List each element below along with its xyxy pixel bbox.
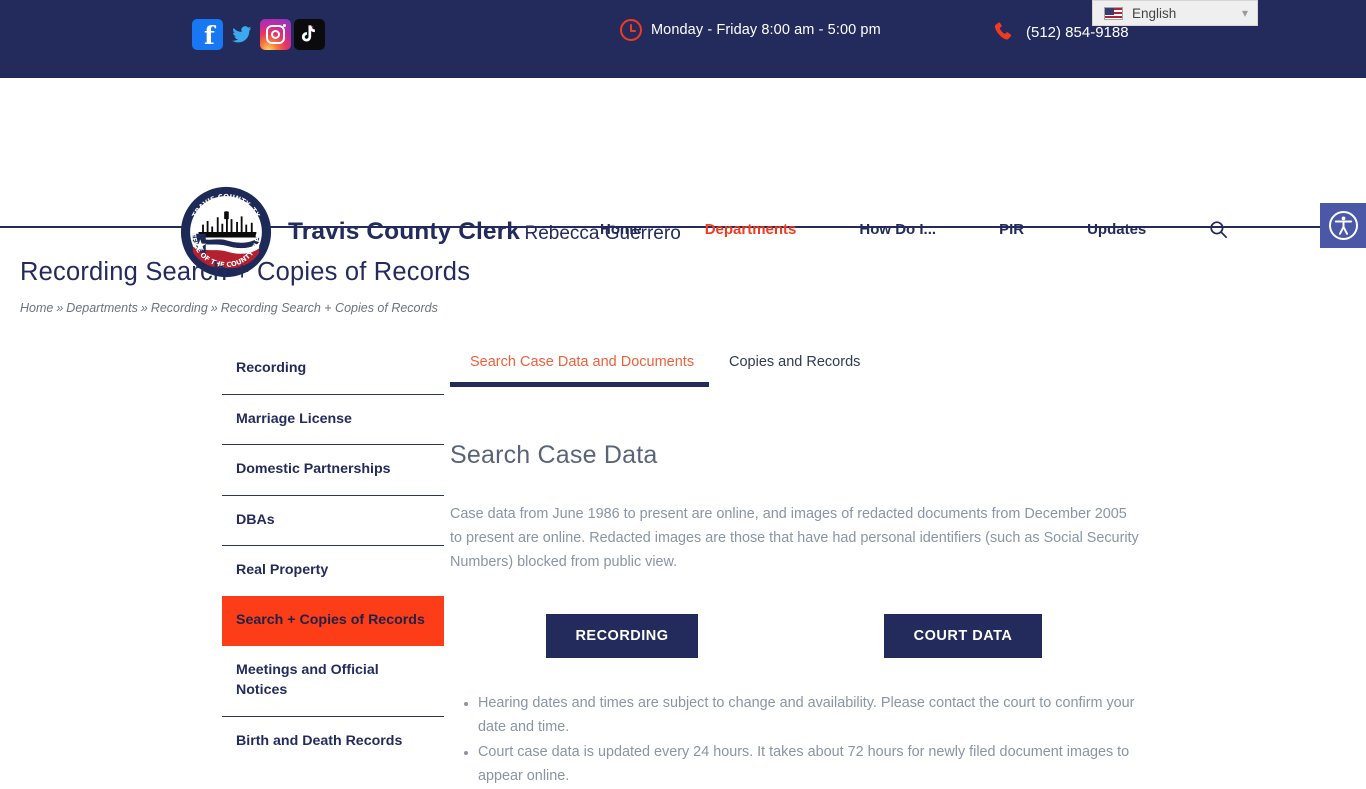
- breadcrumb-item-departments[interactable]: Departments: [66, 301, 138, 315]
- nav-item-pir[interactable]: PIR: [999, 221, 1024, 238]
- breadcrumb-separator: »: [210, 301, 218, 315]
- tiktok-icon[interactable]: [294, 19, 325, 50]
- top-utility-bar: Monday - Friday 8:00 am - 5:00 pm (512) …: [0, 0, 1366, 78]
- breadcrumb-item-recording[interactable]: Recording: [151, 301, 208, 315]
- breadcrumb-separator: »: [140, 301, 148, 315]
- sidebar-item-domestic-partnerships[interactable]: Domestic Partnerships: [222, 445, 444, 496]
- cta-button-row: RECORDING COURT DATA: [450, 613, 1150, 658]
- accessibility-widget-button[interactable]: [1320, 203, 1366, 248]
- section-paragraph: Case data from June 1986 to present are …: [450, 506, 1139, 571]
- sidebar-item-birth-and-death-records[interactable]: Birth and Death Records: [222, 717, 444, 767]
- sidebar-item-recording[interactable]: Recording: [222, 344, 444, 395]
- list-item: Hearing dates and times are subject to c…: [478, 691, 1150, 739]
- breadcrumb-item-current: Recording Search + Copies of Records: [220, 301, 438, 315]
- breadcrumb-item-home[interactable]: Home: [20, 301, 53, 315]
- language-selector[interactable]: English ▾: [1092, 0, 1258, 26]
- office-hours: Monday - Friday 8:00 am - 5:00 pm: [620, 19, 881, 41]
- nav-item-departments[interactable]: Departments: [705, 221, 797, 238]
- office-hours-text: Monday - Friday 8:00 am - 5:00 pm: [651, 22, 881, 38]
- page-title: Recording Search + Copies of Records: [20, 258, 471, 286]
- sidebar-item-dbas[interactable]: DBAs: [222, 496, 444, 547]
- page-head: Recording Search + Copies of Records Hom…: [20, 258, 470, 315]
- social-links: [192, 19, 325, 50]
- clock-icon: [620, 19, 642, 41]
- nav-item-home[interactable]: Home: [600, 221, 642, 238]
- accessibility-icon: [1328, 211, 1358, 240]
- department-sidebar: Recording Marriage License Domestic Part…: [222, 344, 444, 766]
- phone-icon: [994, 22, 1012, 40]
- tab-search-case-data-and-documents[interactable]: Search Case Data and Documents: [450, 344, 709, 387]
- site-header: TRAVIS COUNTY, TX OFFICE OF THE COUNTY C…: [0, 78, 1366, 278]
- court-data-button[interactable]: COURT DATA: [884, 613, 1042, 658]
- sidebar-item-real-property[interactable]: Real Property: [222, 546, 444, 596]
- us-flag-icon: [1104, 6, 1123, 20]
- chevron-down-icon: ▾: [1241, 6, 1248, 20]
- list-item: Court case data is updated every 24 hour…: [478, 740, 1150, 788]
- language-selector-value: English: [1132, 5, 1177, 21]
- notes-list: Hearing dates and times are subject to c…: [450, 691, 1150, 789]
- phone-number-text: (512) 854-9188: [1026, 23, 1129, 41]
- tab-copies-and-records[interactable]: Copies and Records: [729, 344, 860, 382]
- breadcrumb: Home» Departments» Recording» Recording Sea…: [20, 301, 470, 315]
- section-heading: Search Case Data: [450, 441, 658, 469]
- facebook-icon[interactable]: [192, 19, 223, 50]
- breadcrumb-separator: »: [56, 301, 64, 315]
- brand-title: Travis County Clerk: [288, 217, 521, 245]
- sidebar-item-search-copies-of-records[interactable]: Search + Copies of Records: [222, 595, 444, 646]
- twitter-icon[interactable]: [226, 19, 257, 50]
- sidebar-item-marriage-license[interactable]: Marriage License: [222, 395, 444, 446]
- main-content: Search Case Data and Documents Copies an…: [450, 344, 1150, 789]
- instagram-icon[interactable]: [260, 19, 291, 50]
- search-icon[interactable]: [1209, 220, 1228, 239]
- sidebar-item-meetings-and-official-notices[interactable]: Meetings and Official Notices: [222, 646, 444, 717]
- recording-button[interactable]: RECORDING: [546, 613, 698, 658]
- content-tabs: Search Case Data and Documents Copies an…: [450, 344, 1150, 387]
- nav-item-how-do-i[interactable]: How Do I...: [859, 221, 936, 238]
- nav-item-updates[interactable]: Updates: [1087, 221, 1146, 238]
- main-navigation: Home Departments How Do I... PIR Updates: [600, 220, 1228, 239]
